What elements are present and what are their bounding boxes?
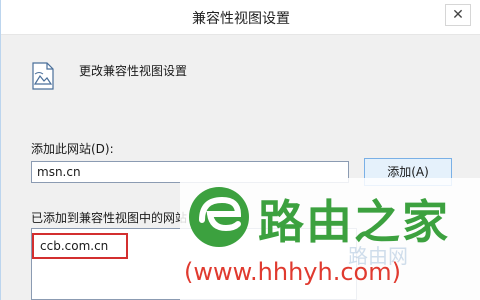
watermark-url: (www.hhhyh.com) [184, 258, 401, 286]
window-title: 兼容性视图设置 [192, 11, 290, 27]
header-row: 更改兼容性视图设置 [31, 62, 391, 94]
list-item[interactable]: ccb.com.cn [32, 233, 128, 259]
title-bar: 兼容性视图设置 ✕ [1, 0, 480, 35]
watermark-logo-icon [189, 187, 249, 247]
close-button[interactable]: ✕ [445, 4, 471, 26]
add-site-label: 添加此网站(D): [31, 142, 114, 156]
header-text: 更改兼容性视图设置 [79, 64, 188, 78]
close-icon: ✕ [452, 7, 464, 23]
compatibility-view-icon [32, 62, 54, 90]
site-list-label: 已添加到兼容性视图中的网站 [31, 211, 188, 225]
